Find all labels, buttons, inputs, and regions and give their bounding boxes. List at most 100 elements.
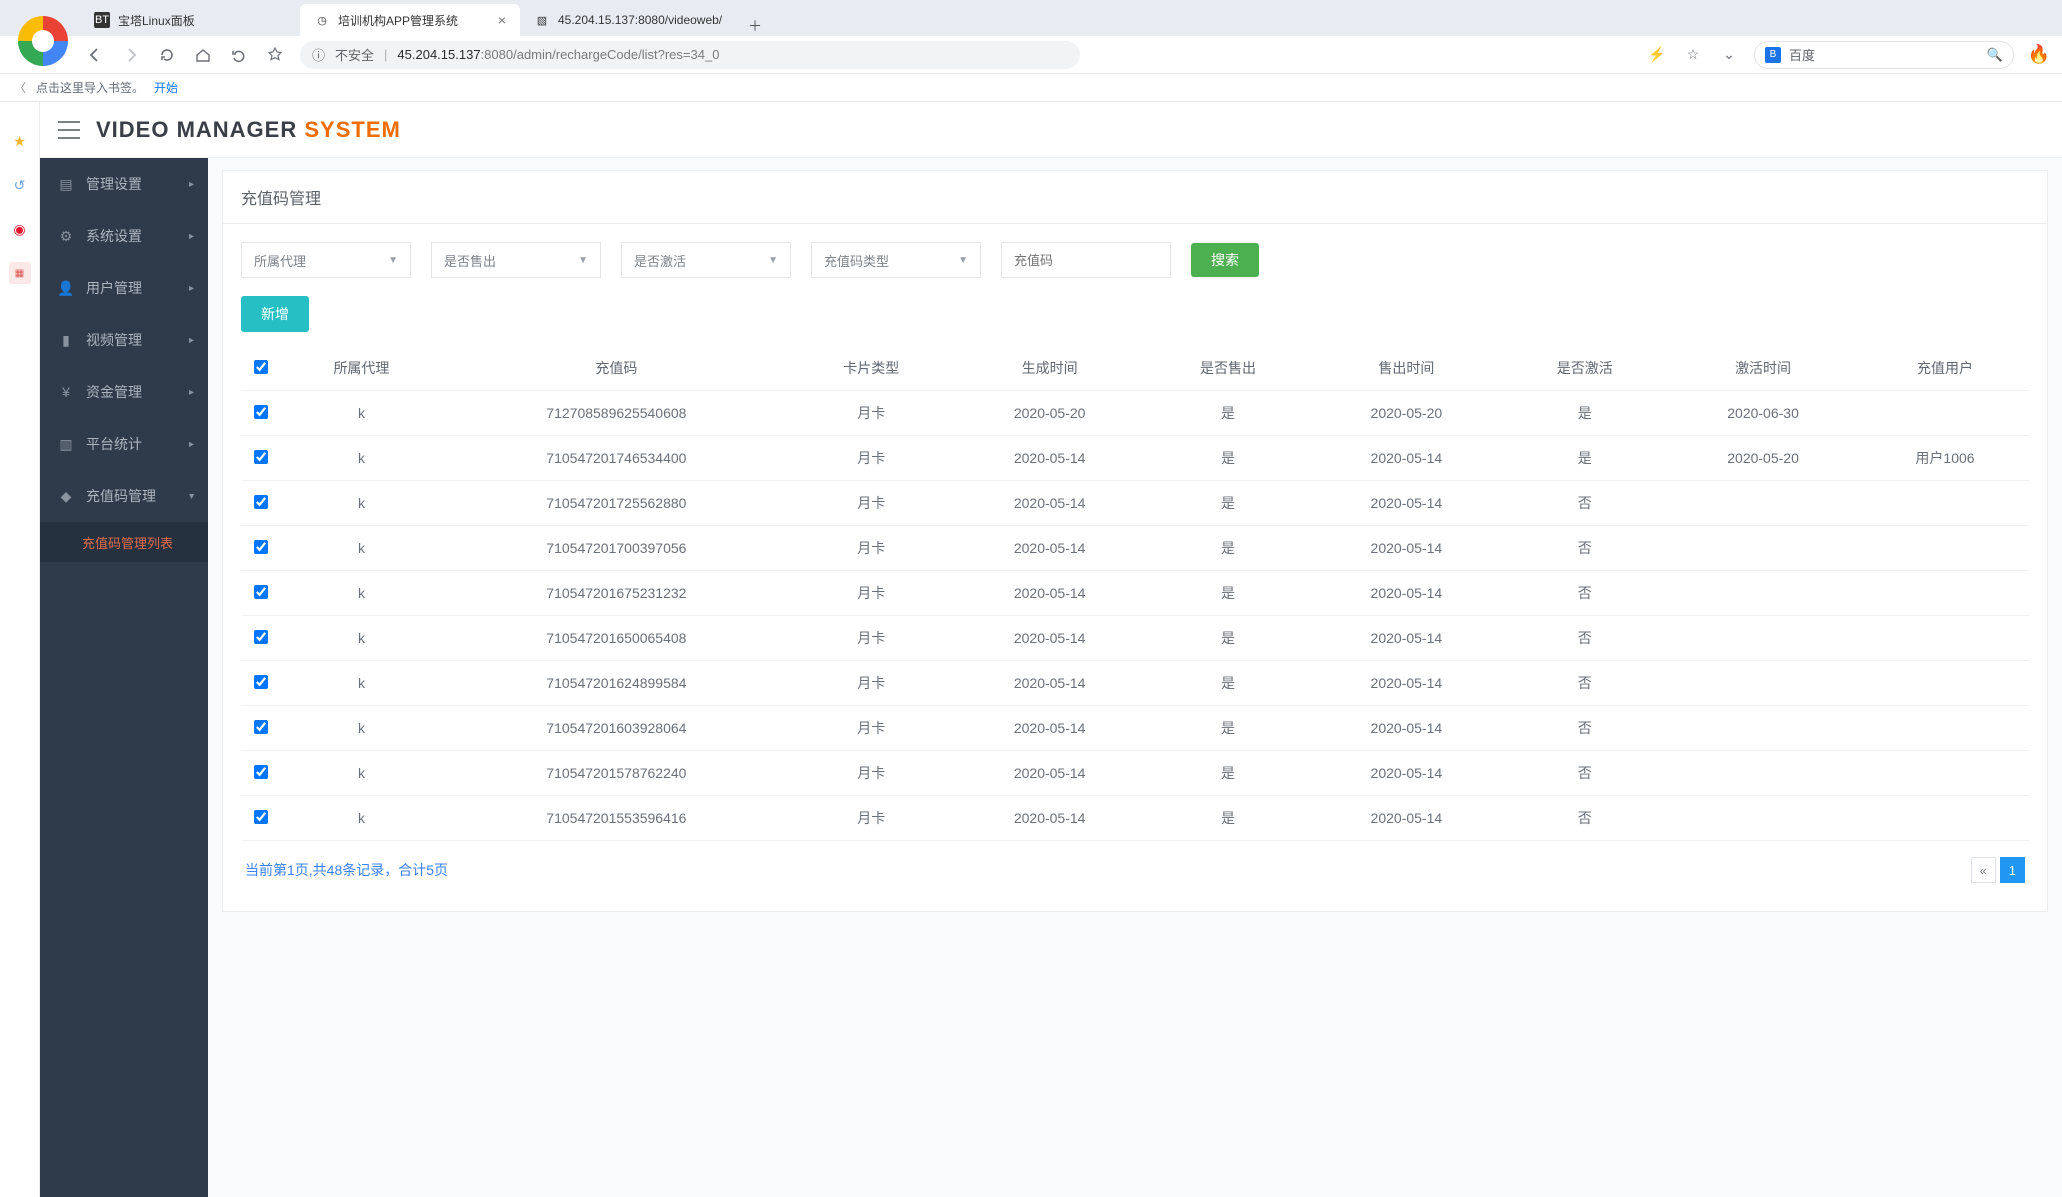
th-gentime: 生成时间 (952, 346, 1148, 391)
select-all-checkbox[interactable] (254, 360, 268, 374)
row-checkbox[interactable] (254, 630, 268, 644)
add-button[interactable]: 新增 (241, 296, 309, 332)
cell-sold: 是 (1148, 436, 1309, 481)
chevron-down-icon: ▼ (578, 255, 588, 266)
cell-soldtime: 2020-05-14 (1308, 481, 1504, 526)
chevron-right-icon: ▸ (189, 231, 194, 242)
cell-agent: k (281, 391, 442, 436)
new-tab-button[interactable]: ＋ (740, 16, 770, 36)
filter-code-input[interactable] (1001, 242, 1171, 278)
sidebar-submenu: 充值码管理列表 (40, 522, 208, 562)
info-icon: ⓘ (312, 45, 325, 64)
bookmark-start-link[interactable]: 开始 (154, 79, 178, 96)
flash-icon[interactable]: ⚡ (1646, 44, 1668, 66)
filter-activated-select[interactable]: 是否激活▼ (621, 242, 791, 278)
tab-label: 宝塔Linux面板 (118, 12, 195, 29)
bookmark-star-icon[interactable]: ☆ (1682, 44, 1704, 66)
cell-type: 月卡 (791, 391, 952, 436)
cell-type: 月卡 (791, 526, 952, 571)
rail-history-icon[interactable]: ↺ (9, 174, 31, 196)
tag-icon: ◆ (58, 488, 74, 505)
sidebar-item-video-mgmt[interactable]: ▮视频管理▸ (40, 314, 208, 366)
table-row: k710547201700397056月卡2020-05-14是2020-05-… (241, 526, 2029, 571)
chevron-down-icon: ▸ (186, 493, 197, 498)
row-checkbox[interactable] (254, 405, 268, 419)
row-checkbox[interactable] (254, 450, 268, 464)
sidebar-sub-recharge-list[interactable]: 充值码管理列表 (40, 522, 208, 562)
row-checkbox[interactable] (254, 810, 268, 824)
undo-button[interactable] (228, 44, 250, 66)
tab-baota[interactable]: BT 宝塔Linux面板 (80, 4, 300, 36)
weibo-ext-icon[interactable]: 🔥 (2028, 44, 2050, 66)
star-button[interactable] (264, 44, 286, 66)
reload-button[interactable] (156, 44, 178, 66)
cell-sold: 是 (1148, 616, 1309, 661)
rail-app-icon[interactable]: ▦ (9, 262, 31, 284)
sidebar-item-system-settings[interactable]: ⚙系统设置▸ (40, 210, 208, 262)
cell-activated: 否 (1504, 571, 1665, 616)
filter-sold-select[interactable]: 是否售出▼ (431, 242, 601, 278)
cell-soldtime: 2020-05-14 (1308, 796, 1504, 841)
rail-weibo-icon[interactable]: ◉ (9, 218, 31, 240)
pager-info: 当前第1页,共48条记录，合计5页 (245, 860, 448, 880)
cell-code: 710547201675231232 (442, 571, 791, 616)
cell-acttime: 2020-05-20 (1665, 436, 1861, 481)
row-checkbox[interactable] (254, 540, 268, 554)
cell-type: 月卡 (791, 751, 952, 796)
home-button[interactable] (192, 44, 214, 66)
search-button[interactable]: 搜索 (1191, 243, 1259, 277)
chevron-down-icon: ▼ (388, 255, 398, 266)
app-header: VIDEO MANAGER SYSTEM (40, 102, 2062, 158)
panel-recharge: 充值码管理 所属代理▼ 是否售出▼ 是否激活▼ 充值码类型▼ 搜索 新增 (222, 170, 2048, 912)
sidebar-item-label: 系统设置 (86, 226, 142, 246)
row-checkbox[interactable] (254, 585, 268, 599)
row-checkbox[interactable] (254, 720, 268, 734)
close-tab-icon[interactable]: × (498, 12, 506, 28)
menu-toggle-button[interactable] (58, 121, 80, 139)
cell-activated: 是 (1504, 436, 1665, 481)
cell-acttime (1665, 751, 1861, 796)
cell-soldtime: 2020-05-20 (1308, 391, 1504, 436)
sidebar-item-funds-mgmt[interactable]: ¥资金管理▸ (40, 366, 208, 418)
baidu-icon: B (1765, 47, 1781, 63)
cell-soldtime: 2020-05-14 (1308, 706, 1504, 751)
sidebar-item-recharge-code[interactable]: ◆充值码管理▸ (40, 470, 208, 522)
cell-sold: 是 (1148, 571, 1309, 616)
cell-acttime: 2020-06-30 (1665, 391, 1861, 436)
favicon-image-icon: ▧ (534, 12, 550, 28)
tab-videoweb[interactable]: ▧ 45.204.15.137:8080/videoweb/ (520, 4, 740, 36)
cell-soldtime: 2020-05-14 (1308, 751, 1504, 796)
cell-agent: k (281, 796, 442, 841)
cell-gentime: 2020-05-14 (952, 706, 1148, 751)
filter-type-select[interactable]: 充值码类型▼ (811, 242, 981, 278)
cell-activated: 否 (1504, 796, 1665, 841)
pager-prev-button[interactable]: « (1971, 857, 1996, 883)
tab-admin-active[interactable]: ◷ 培训机构APP管理系统 × (300, 4, 520, 36)
row-checkbox[interactable] (254, 675, 268, 689)
sidebar-item-user-mgmt[interactable]: 👤用户管理▸ (40, 262, 208, 314)
row-checkbox[interactable] (254, 495, 268, 509)
cell-sold: 是 (1148, 796, 1309, 841)
cell-user (1861, 481, 2029, 526)
pager-page-1[interactable]: 1 (2000, 857, 2025, 883)
address-bar[interactable]: ⓘ 不安全 | 45.204.15.137:8080/admin/recharg… (300, 41, 1080, 69)
cell-user (1861, 571, 2029, 616)
sidebar-item-platform-stats[interactable]: ▥平台统计▸ (40, 418, 208, 470)
chevron-right-icon: ▸ (189, 387, 194, 398)
chevron-down-icon[interactable]: ⌄ (1718, 44, 1740, 66)
back-button[interactable] (84, 44, 106, 66)
bookbar-chevron-icon[interactable]: 〈 (14, 79, 26, 96)
filter-agent-select[interactable]: 所属代理▼ (241, 242, 411, 278)
table-row: k710547201624899584月卡2020-05-14是2020-05-… (241, 661, 2029, 706)
chevron-right-icon: ▸ (189, 179, 194, 190)
forward-button[interactable] (120, 44, 142, 66)
rail-star-icon[interactable]: ★ (9, 130, 31, 152)
cell-sold: 是 (1148, 661, 1309, 706)
omnibox-search[interactable]: B 百度 🔍 (1754, 41, 2014, 69)
cell-gentime: 2020-05-14 (952, 526, 1148, 571)
cell-sold: 是 (1148, 706, 1309, 751)
tab-label: 培训机构APP管理系统 (338, 12, 458, 29)
search-icon: 🔍 (1987, 47, 2003, 63)
row-checkbox[interactable] (254, 765, 268, 779)
sidebar-item-admin-settings[interactable]: ▤管理设置▸ (40, 158, 208, 210)
